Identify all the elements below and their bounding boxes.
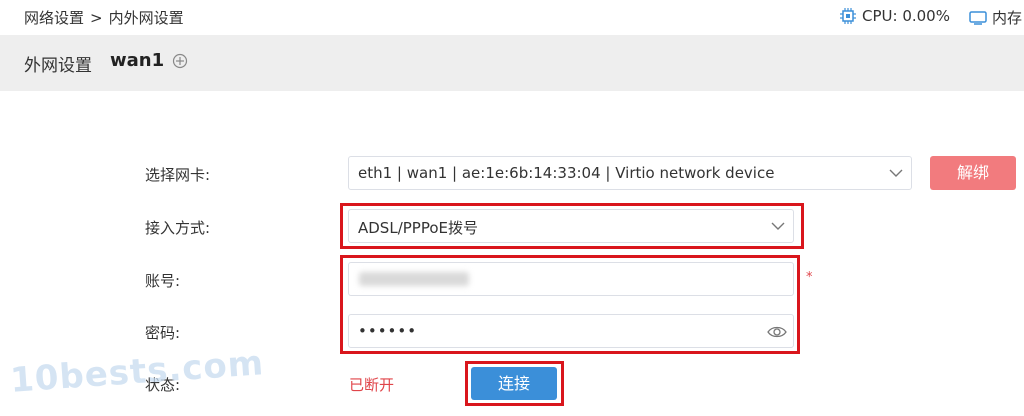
- access-mode-select[interactable]: ADSL/PPPoE拨号: [348, 209, 794, 243]
- breadcrumb: 网络设置 > 内外网设置: [24, 7, 184, 28]
- connect-button[interactable]: 连接: [471, 367, 557, 400]
- chevron-down-icon: [771, 222, 785, 230]
- memory-stat: 内存: [968, 7, 1022, 28]
- interface-name: wan1: [110, 50, 165, 71]
- plus-circle-icon[interactable]: [172, 53, 188, 69]
- account-label: 账号:: [145, 272, 181, 290]
- memory-icon: [969, 10, 987, 25]
- password-value: ••••••: [358, 322, 418, 340]
- nic-select[interactable]: eth1 | wan1 | ae:1e:6b:14:33:04 | Virtio…: [348, 156, 912, 190]
- nic-label: 选择网卡:: [145, 166, 211, 184]
- password-input[interactable]: ••••••: [348, 314, 794, 348]
- chevron-down-icon: [889, 169, 903, 177]
- watermark-text: 10bests.com: [8, 343, 266, 401]
- page-title: 外网设置: [24, 56, 92, 76]
- account-value-redacted: [359, 272, 469, 286]
- breadcrumb-parent[interactable]: 网络设置: [24, 9, 84, 27]
- breadcrumb-separator: >: [90, 9, 103, 27]
- unbind-button[interactable]: 解绑: [930, 156, 1016, 190]
- cpu-label: CPU: 0.00%: [862, 7, 950, 25]
- status-value: 已断开: [349, 376, 395, 394]
- account-input[interactable]: [348, 262, 794, 296]
- required-mark: *: [806, 270, 813, 285]
- nic-select-value: eth1 | wan1 | ae:1e:6b:14:33:04 | Virtio…: [358, 164, 775, 182]
- page-header: 外网设置 wan1: [0, 35, 1024, 91]
- access-mode-value: ADSL/PPPoE拨号: [358, 219, 479, 237]
- eye-icon[interactable]: [767, 324, 787, 340]
- cpu-stat: CPU: 0.00%: [838, 7, 950, 25]
- access-mode-label: 接入方式:: [145, 219, 211, 237]
- password-label: 密码:: [145, 324, 181, 342]
- top-bar: 网络设置 > 内外网设置 CPU: 0.00% 内存: [0, 0, 1024, 34]
- breadcrumb-current: 内外网设置: [108, 9, 184, 27]
- cpu-icon: [840, 8, 856, 24]
- memory-label: 内存: [992, 9, 1023, 27]
